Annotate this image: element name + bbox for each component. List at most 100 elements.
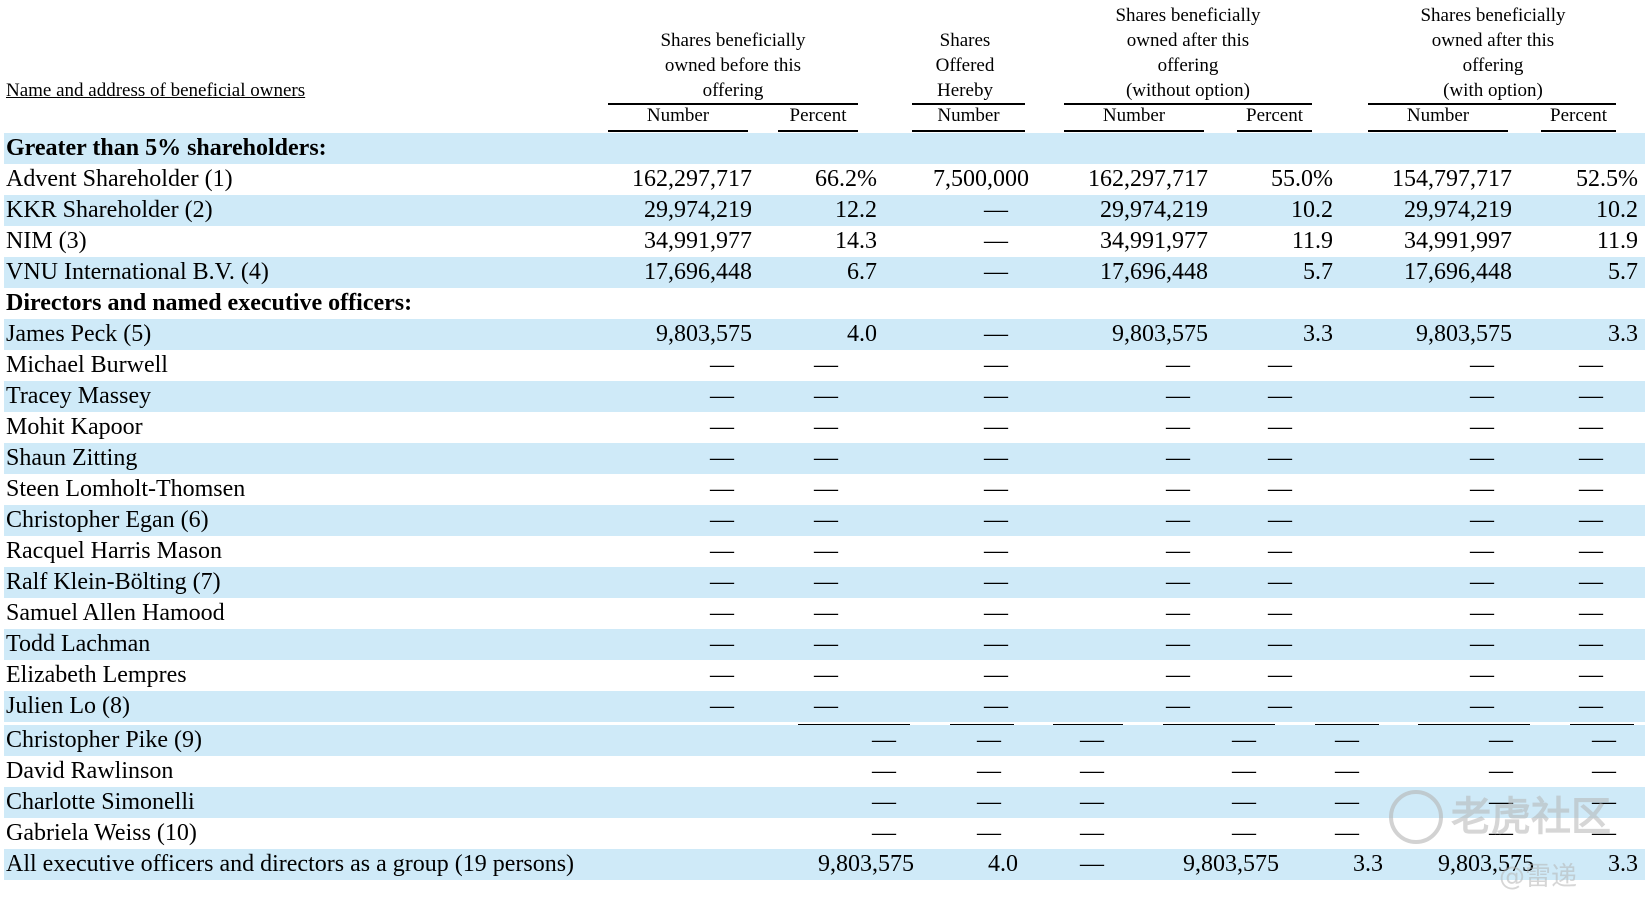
cell-after-without-number: — <box>1166 569 1190 595</box>
owner-name: Gabriela Weiss (10) <box>6 820 197 846</box>
cell-offered-number: — <box>1080 758 1104 784</box>
cell-before-percent: — <box>814 507 838 533</box>
cell-before-number: — <box>872 789 896 815</box>
cell-before-percent: — <box>814 600 838 626</box>
header-after-with-line-1: Shares beneficially <box>1420 5 1566 26</box>
subheader-after-without-percent: Percent <box>1246 105 1303 126</box>
cell-after-with-percent: — <box>1579 631 1603 657</box>
table-row: Ralf Klein-Bölting (7) — — — — — — — <box>4 567 1645 598</box>
cell-before-number: — <box>710 631 734 657</box>
total-rule-7 <box>1570 724 1634 725</box>
table-row: Tracey Massey — — — — — — — <box>4 381 1645 412</box>
table-row: Mohit Kapoor — — — — — — — <box>4 412 1645 443</box>
cell-after-with-percent: — <box>1579 414 1603 440</box>
header-offered-line-3: Hereby <box>937 80 993 101</box>
cell-after-with-percent: — <box>1579 445 1603 471</box>
cell-after-without-percent: 3.3 <box>1353 851 1383 877</box>
watermark-author: @雷递 <box>1499 862 1578 892</box>
cell-before-percent: 12.2 <box>835 197 877 223</box>
cell-before-percent: — <box>814 476 838 502</box>
cell-before-number: — <box>710 600 734 626</box>
header-before: Shares beneficially owned before this of… <box>608 28 858 103</box>
cell-after-without-number: — <box>1166 352 1190 378</box>
section-title: Directors and named executive officers: <box>6 290 413 316</box>
owner-name: Steen Lomholt-Thomsen <box>6 476 246 502</box>
header-after-with-line-4: (with option) <box>1443 80 1543 101</box>
cell-before-percent: — <box>814 445 838 471</box>
cell-after-without-percent: — <box>1268 352 1292 378</box>
total-rule-5 <box>1315 724 1379 725</box>
table-row: Advent Shareholder (1) 162,297,717 66.2% 7,… <box>4 164 1645 195</box>
cell-offered-number: — <box>984 321 1008 347</box>
cell-after-with-number: — <box>1470 569 1494 595</box>
subheader-rule-1 <box>608 130 748 132</box>
cell-after-without-number: — <box>1166 600 1190 626</box>
total-rule-2 <box>950 724 1014 725</box>
table-row: James Peck (5) 9,803,575 4.0—9,803,575 3.3 9… <box>4 319 1645 350</box>
cell-after-without-number: — <box>1232 789 1256 815</box>
cell-before-number: — <box>710 352 734 378</box>
cell-offered-number: — <box>1080 820 1104 846</box>
cell-offered-number: — <box>984 383 1008 409</box>
table-row: NIM (3) 34,991,977 14.3—34,991,977 11.9 34,9… <box>4 226 1645 257</box>
owner-name: Elizabeth Lempres <box>6 662 187 688</box>
cell-after-without-number: — <box>1166 507 1190 533</box>
header-after-without: Shares beneficially owned after this off… <box>1063 3 1313 103</box>
subheader-rule-4 <box>1064 130 1204 132</box>
cell-after-without-percent: 55.0% <box>1271 166 1333 192</box>
subheader-after-without-number: Number <box>1102 105 1166 126</box>
cell-before-percent: — <box>814 383 838 409</box>
header-after-with: Shares beneficially owned after this off… <box>1368 3 1618 103</box>
cell-after-without-percent: — <box>1268 693 1292 719</box>
total-rule-6 <box>1418 724 1530 725</box>
cell-after-without-percent: — <box>1268 414 1292 440</box>
cell-offered-number: — <box>984 569 1008 595</box>
cell-after-without-number: — <box>1232 820 1256 846</box>
cell-before-number: — <box>710 662 734 688</box>
owner-name: Michael Burwell <box>6 352 168 378</box>
table-row: Samuel Allen Hamood — — — — — — — <box>4 598 1645 629</box>
header-after-with-line-2: owned after this <box>1431 30 1555 51</box>
cell-before-percent: 14.3 <box>835 228 877 254</box>
cell-after-with-percent: — <box>1579 352 1603 378</box>
cell-before-number: — <box>710 538 734 564</box>
cell-after-without-number: — <box>1166 693 1190 719</box>
cell-after-with-percent: — <box>1579 662 1603 688</box>
cell-after-with-number: — <box>1489 758 1513 784</box>
cell-before-percent: — <box>814 662 838 688</box>
subheader-rule-3 <box>912 130 1025 132</box>
cell-after-without-number: — <box>1166 414 1190 440</box>
cell-before-number: — <box>872 820 896 846</box>
cell-after-with-number: — <box>1470 693 1494 719</box>
cell-after-with-number: — <box>1489 727 1513 753</box>
table-row: David Rawlinson — — — — — — — <box>4 756 1645 787</box>
cell-after-without-percent: 10.2 <box>1291 197 1333 223</box>
cell-offered-number: — <box>1080 789 1104 815</box>
cell-after-without-number: — <box>1166 662 1190 688</box>
cell-offered-number: — <box>984 352 1008 378</box>
cell-after-with-number: — <box>1470 507 1494 533</box>
owner-name: Ralf Klein-Bölting (7) <box>6 569 221 595</box>
cell-after-with-number: — <box>1470 414 1494 440</box>
header-after-without-line-2: owned after this <box>1126 30 1250 51</box>
cell-offered-number: — <box>984 662 1008 688</box>
cell-after-without-number: — <box>1166 445 1190 471</box>
header-before-line-3: offering <box>702 80 764 101</box>
cell-after-without-number: — <box>1166 383 1190 409</box>
cell-after-without-percent: 5.7 <box>1303 259 1333 285</box>
cell-before-percent: — <box>814 414 838 440</box>
owner-name: All executive officers and directors as … <box>6 851 575 877</box>
total-rule-3 <box>1053 724 1123 725</box>
cell-after-with-percent: — <box>1579 569 1603 595</box>
cell-after-with-percent: — <box>1579 538 1603 564</box>
cell-after-without-percent: — <box>1268 631 1292 657</box>
cell-before-number: — <box>710 569 734 595</box>
owner-name: Christopher Pike (9) <box>6 727 202 753</box>
cell-after-without-percent: — <box>1268 383 1292 409</box>
cell-offered-number: — <box>1080 851 1104 877</box>
header-after-without-line-4: (without option) <box>1125 80 1251 101</box>
cell-after-without-percent: — <box>1268 600 1292 626</box>
cell-after-with-number: — <box>1470 600 1494 626</box>
subheader-after-with-number: Number <box>1406 105 1470 126</box>
cell-after-with-percent: — <box>1579 693 1603 719</box>
